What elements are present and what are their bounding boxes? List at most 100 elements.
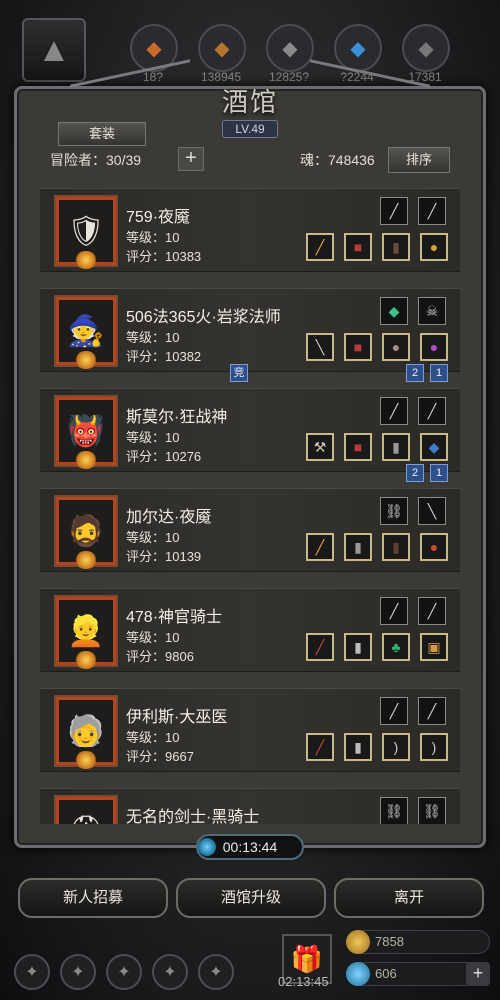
tag-badge: 1 — [430, 364, 448, 382]
hero-card[interactable]: 🛡 759·夜魇 等级：10 评分：10383 ╱ ╱ ╱ ■ ▮ ● — [40, 188, 460, 272]
star-emblem-icon — [74, 251, 98, 269]
hero-level: 等级：10 — [126, 530, 180, 545]
menu-5-icon[interactable]: ✦ — [198, 954, 234, 990]
hero-card[interactable]: ⛑ 无名的剑士·黑骑士 ⛓ ⛓ — [40, 788, 460, 824]
skill-slot-icon[interactable]: ⛓ — [418, 797, 446, 824]
add-gems-button[interactable]: + — [466, 962, 490, 986]
skill-slot-icon[interactable]: ╱ — [380, 397, 408, 425]
gloves-slot-icon[interactable]: ■ — [344, 333, 372, 361]
hero-list[interactable]: 🛡 759·夜魇 等级：10 评分：10383 ╱ ╱ ╱ ■ ▮ ● 🧙 50… — [40, 184, 460, 824]
armor-slot-icon[interactable]: ▮ — [344, 533, 372, 561]
recruit-button[interactable]: 新人招募 — [18, 878, 168, 918]
hero-card[interactable]: 🧓 伊利斯·大巫医 等级：10 评分：9667 ╱ ╱ ╱ ▮ ) ) — [40, 688, 460, 772]
hero-name: 506法365火·岩浆法师 — [126, 309, 281, 326]
gift-timer: 02:13:45 — [278, 974, 329, 989]
amulet-slot-icon[interactable]: ● — [420, 333, 448, 361]
skill-slot-icon[interactable]: ╱ — [418, 697, 446, 725]
bow-slot-icon[interactable]: ) — [420, 733, 448, 761]
wing-slot-icon[interactable]: ◆ — [420, 433, 448, 461]
hero-card[interactable]: 👹 斯莫尔·狂战神 等级：10 评分：10276 ╱ ╱ ⚒ ■ ▮ ◆ — [40, 388, 460, 472]
adventurer-count: 冒险者：30/39 — [50, 152, 142, 168]
hero-level: 等级：10 — [126, 430, 180, 445]
hero-score: 评分：10382 — [126, 349, 202, 364]
resource-4-icon[interactable]: ◆ — [334, 24, 382, 72]
star-emblem-icon — [74, 551, 98, 569]
resource-2-icon[interactable]: ◆ — [198, 24, 246, 72]
gold-coin-icon — [346, 930, 370, 954]
skill-slot-icon[interactable]: ╱ — [380, 697, 408, 725]
hero-name: 斯莫尔·狂战神 — [126, 409, 228, 426]
tag-badge: 1 — [430, 464, 448, 482]
hero-score: 评分：9806 — [126, 649, 194, 664]
panel-title: 酒馆 — [221, 87, 278, 118]
axe-slot-icon[interactable]: ⚒ — [306, 433, 334, 461]
armor-slot-icon[interactable]: ▮ — [344, 633, 372, 661]
amulet-slot-icon[interactable]: ● — [420, 533, 448, 561]
book-slot-icon[interactable]: ▣ — [420, 633, 448, 661]
add-adventurer-button[interactable]: + — [178, 147, 204, 171]
skill-slot-icon[interactable]: ╲ — [418, 497, 446, 525]
skill-slot-icon[interactable]: ╱ — [380, 597, 408, 625]
timer-orb-icon — [198, 838, 216, 856]
gloves-slot-icon[interactable]: ■ — [344, 233, 372, 261]
gem-icon — [346, 962, 370, 986]
armor-slot-icon[interactable]: ▮ — [344, 733, 372, 761]
resource-5-icon[interactable]: ◆ — [402, 24, 450, 72]
menu-1-icon[interactable]: ✦ — [14, 954, 50, 990]
hooded-figure-icon[interactable]: ▲ — [22, 18, 86, 82]
weapon-slot-icon[interactable]: ╱ — [306, 233, 334, 261]
tavern-level-badge: LV.49 — [222, 120, 278, 138]
hero-name: 无名的剑士·黑骑士 — [126, 809, 260, 824]
hero-score: 评分：10139 — [126, 549, 202, 564]
cloak-slot-icon[interactable]: ▮ — [382, 533, 410, 561]
star-emblem-icon — [74, 751, 98, 769]
star-emblem-icon — [74, 351, 98, 369]
skill-slot-icon[interactable]: ☠ — [418, 297, 446, 325]
skill-slot-icon[interactable]: ╱ — [418, 197, 446, 225]
clover-slot-icon[interactable]: ♣ — [382, 633, 410, 661]
black-knight-portrait: ⛑ — [54, 795, 118, 824]
armor-slot-icon[interactable]: ▮ — [382, 433, 410, 461]
hero-card[interactable]: 👱 478·神官骑士 等级：10 评分：9806 ╱ ╱ ╱ ▮ ♣ ▣ — [40, 588, 460, 672]
staff-slot-icon[interactable]: ╱ — [306, 733, 334, 761]
menu-4-icon[interactable]: ✦ — [152, 954, 188, 990]
hero-name: 加尔达·夜魇 — [126, 509, 212, 526]
skill-slot-icon[interactable]: ⛓ — [380, 497, 408, 525]
hero-level: 等级：10 — [126, 730, 180, 745]
tag-badge: 竞 — [230, 364, 248, 382]
skill-slot-icon[interactable]: ◆ — [380, 297, 408, 325]
tag-badge: 2 — [406, 364, 424, 382]
upgrade-tavern-button[interactable]: 酒馆升级 — [176, 878, 326, 918]
skill-slot-icon[interactable]: ╱ — [380, 197, 408, 225]
skill-slot-icon[interactable]: ⛓ — [380, 797, 408, 824]
hero-level: 等级：10 — [126, 330, 180, 345]
hero-card[interactable]: 🧔 加尔达·夜魇 等级：10 评分：10139 ⛓ ╲ ╱ ▮ ▮ ● — [40, 488, 460, 572]
mace-slot-icon[interactable]: ╱ — [306, 633, 334, 661]
hero-level: 等级：10 — [126, 630, 180, 645]
hero-card[interactable]: 🧙 506法365火·岩浆法师 等级：10 评分：10382 ◆ ☠ ╲ ■ ●… — [40, 288, 460, 372]
hero-name: 478·神官骑士 — [126, 609, 223, 626]
resource-3-icon[interactable]: ◆ — [266, 24, 314, 72]
hero-name: 759·夜魇 — [126, 209, 191, 226]
orb-slot-icon[interactable]: ● — [382, 333, 410, 361]
hero-level: 等级：10 — [126, 230, 180, 245]
amulet-slot-icon[interactable]: ● — [420, 233, 448, 261]
tag-badge: 2 — [406, 464, 424, 482]
menu-2-icon[interactable]: ✦ — [60, 954, 96, 990]
skill-slot-icon[interactable]: ╱ — [418, 397, 446, 425]
star-emblem-icon — [74, 651, 98, 669]
set-button[interactable]: 套装 — [58, 122, 146, 146]
weapon-slot-icon[interactable]: ╱ — [306, 533, 334, 561]
hero-name: 伊利斯·大巫医 — [126, 709, 228, 726]
staff-slot-icon[interactable]: ╲ — [306, 333, 334, 361]
skill-slot-icon[interactable]: ╱ — [418, 597, 446, 625]
hero-score: 评分：10276 — [126, 449, 202, 464]
hero-score: 评分：9667 — [126, 749, 194, 764]
leave-button[interactable]: 离开 — [334, 878, 484, 918]
menu-3-icon[interactable]: ✦ — [106, 954, 142, 990]
gloves-slot-icon[interactable]: ■ — [344, 433, 372, 461]
bow-slot-icon[interactable]: ) — [382, 733, 410, 761]
armor-slot-icon[interactable]: ▮ — [382, 233, 410, 261]
sort-button[interactable]: 排序 — [388, 147, 450, 173]
star-emblem-icon — [74, 451, 98, 469]
